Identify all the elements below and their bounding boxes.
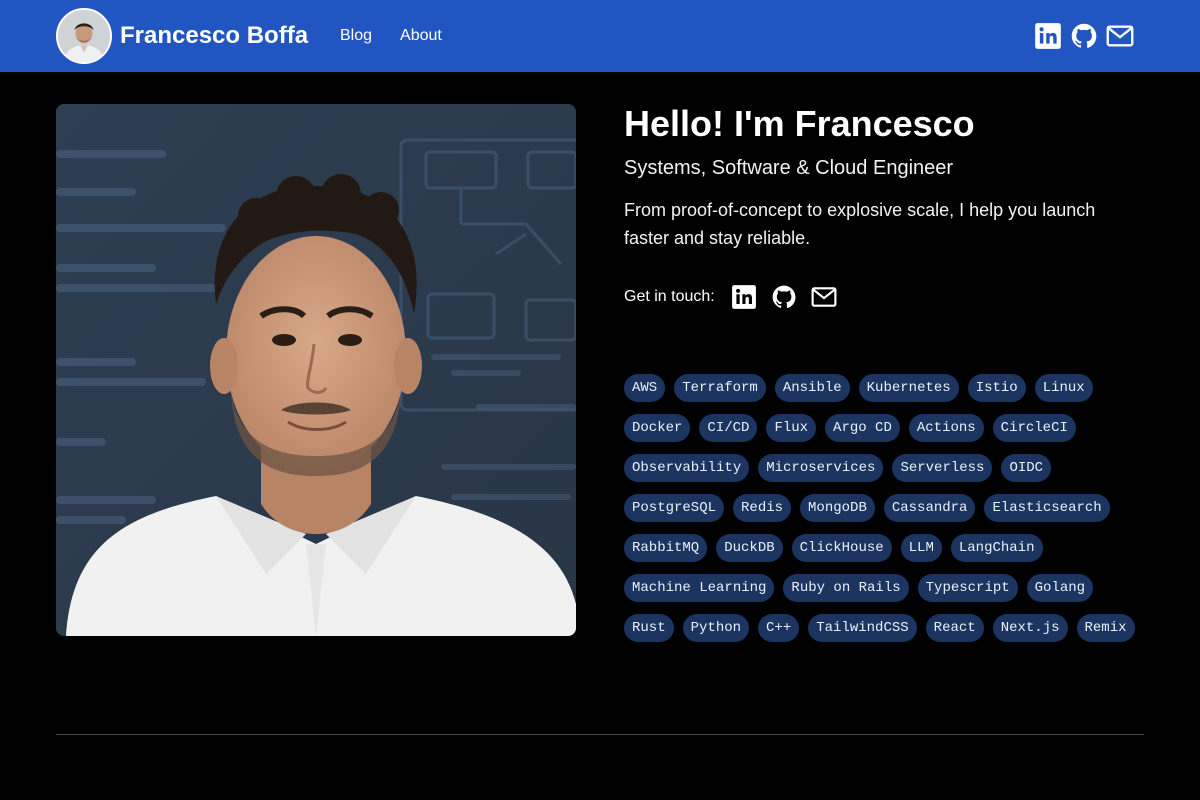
skill-tag: Ruby on Rails (783, 574, 909, 602)
skill-tag: React (925, 614, 984, 642)
nav-blog-link[interactable]: Blog (340, 27, 372, 45)
skill-tag: RabbitMQ (624, 534, 708, 562)
skill-tag: ClickHouse (791, 534, 892, 562)
skill-tag: Flux (766, 414, 817, 442)
home-link[interactable]: Francesco Boffa (56, 8, 308, 64)
skill-tag: PostgreSQL (624, 494, 725, 522)
skill-tag: LLM (900, 534, 942, 562)
skill-tag: Golang (1026, 574, 1094, 602)
skill-tag: Microservices (758, 454, 884, 482)
avatar (56, 8, 112, 64)
site-name: Francesco Boffa (120, 22, 309, 49)
header-linkedin-link[interactable] (1034, 22, 1062, 50)
header-social-links (1034, 22, 1134, 50)
skill-tag: Terraform (674, 374, 766, 402)
skill-tag: Python (682, 614, 750, 642)
skill-tag: Rust (624, 614, 674, 642)
footer-divider (56, 734, 1144, 735)
skill-tags: AWS Terraform Ansible Kubernetes Istio Linux D… (624, 374, 1144, 642)
skill-tag: DuckDB (716, 534, 783, 562)
linkedin-icon (1035, 23, 1061, 49)
skill-tag: Next.js (992, 614, 1068, 642)
header-email-link[interactable] (1106, 22, 1134, 50)
github-icon (772, 285, 796, 309)
hero-description: From proof-of-concept to explosive scale… (624, 200, 1096, 248)
hero-title: Hello! I'm Francesco (624, 103, 975, 144)
contact-github-link[interactable] (771, 284, 797, 310)
avatar-portrait-image (58, 10, 110, 62)
main-nav: Blog About (340, 0, 470, 72)
skill-tag: Typescript (917, 574, 1018, 602)
contact-row: Get in touch: (624, 282, 851, 312)
linkedin-icon (731, 285, 756, 309)
skill-tag: CI/CD (699, 414, 758, 442)
skill-tag: TailwindCSS (808, 614, 917, 642)
skill-tag: Istio (967, 374, 1026, 402)
nav-about-link[interactable]: About (400, 27, 442, 45)
skill-tag: Remix (1076, 614, 1135, 642)
skill-tag: Serverless (892, 454, 993, 482)
hero-intro: Hello! I'm Francesco Systems, Software &… (624, 102, 1144, 252)
contact-linkedin-link[interactable] (731, 284, 757, 310)
skill-tag: Argo CD (825, 414, 900, 442)
portrait-photo (56, 104, 576, 636)
skill-tag: CircleCI (992, 414, 1076, 442)
contact-email-link[interactable] (811, 284, 837, 310)
skill-tag: OIDC (1001, 454, 1052, 482)
skill-tag: MongoDB (800, 494, 875, 522)
contact-label: Get in touch: (624, 288, 715, 305)
site-header: Francesco Boffa Blog About (0, 0, 1200, 72)
skill-tag: Linux (1034, 374, 1093, 402)
skill-tag: Redis (733, 494, 792, 522)
skill-tag: Actions (908, 414, 984, 442)
header-github-link[interactable] (1070, 22, 1098, 50)
github-icon (1071, 23, 1097, 48)
portrait-image (56, 104, 576, 636)
skill-tag: LangChain (950, 534, 1043, 562)
skill-tag: Docker (624, 414, 691, 442)
skill-tag: Machine Learning (624, 574, 775, 602)
skill-tag: Ansible (774, 374, 850, 402)
skill-tag: Observability (624, 454, 750, 482)
skill-tag: AWS (624, 374, 666, 402)
skill-tag: Elasticsearch (984, 494, 1110, 522)
skill-tag: Cassandra (883, 494, 976, 522)
skill-tag: C++ (758, 614, 800, 642)
skill-tag: Kubernetes (858, 374, 959, 402)
mail-icon (1106, 25, 1134, 47)
hero-subtitle: Systems, Software & Cloud Engineer (624, 157, 954, 179)
mail-icon (811, 287, 837, 307)
